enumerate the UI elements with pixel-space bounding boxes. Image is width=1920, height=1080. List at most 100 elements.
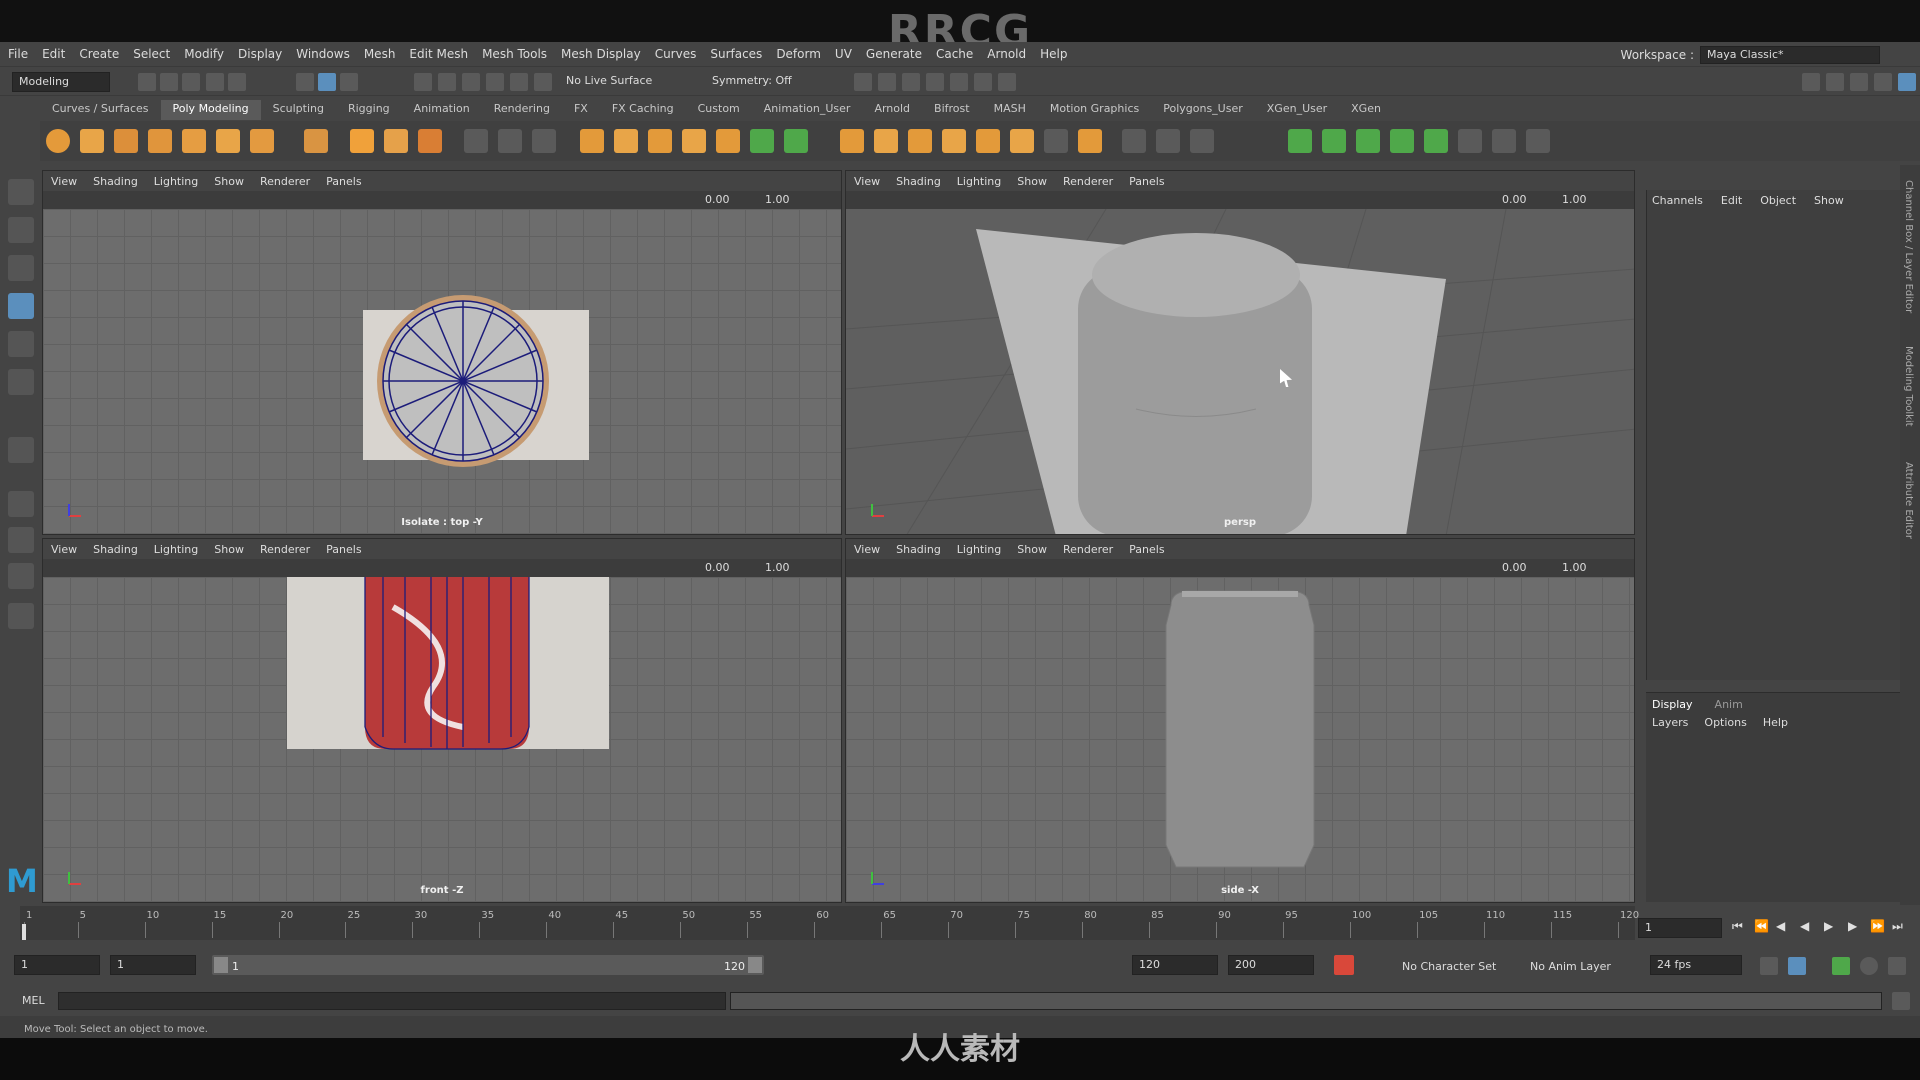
gamma-value[interactable]: 1.00 — [1562, 561, 1587, 574]
snap-magnet-icon[interactable] — [534, 73, 552, 91]
layer-menu-help[interactable]: Help — [1763, 716, 1788, 729]
go-to-end-icon[interactable]: ⏭ — [1892, 919, 1906, 935]
play-forward-icon[interactable]: ▶ — [1824, 919, 1838, 935]
render-frame-icon[interactable] — [854, 73, 872, 91]
menu-file[interactable]: File — [8, 47, 28, 61]
vp-menu-lighting[interactable]: Lighting — [957, 543, 1001, 556]
vp-menu-renderer[interactable]: Renderer — [260, 543, 310, 556]
vp-menu-renderer[interactable]: Renderer — [1063, 175, 1113, 188]
menu-edit[interactable]: Edit — [42, 47, 65, 61]
menu-generate[interactable]: Generate — [866, 47, 922, 61]
soft-select-icon[interactable] — [1078, 129, 1102, 153]
fill-hole-icon[interactable] — [908, 129, 932, 153]
mel-command-input[interactable] — [58, 992, 726, 1010]
range-handle-end[interactable] — [748, 957, 762, 973]
vp-menu-shading[interactable]: Shading — [896, 543, 941, 556]
vp-menu-shading[interactable]: Shading — [93, 543, 138, 556]
mirror-icon[interactable] — [614, 129, 638, 153]
viewport-canvas[interactable] — [43, 577, 841, 902]
menu-deform[interactable]: Deform — [776, 47, 821, 61]
shelf-tab-mash[interactable]: MASH — [982, 100, 1038, 120]
cache-playback-icon[interactable] — [1788, 957, 1806, 975]
combine-icon[interactable] — [464, 129, 488, 153]
menu-create[interactable]: Create — [79, 47, 119, 61]
menu-arnold[interactable]: Arnold — [987, 47, 1026, 61]
range-handle-start[interactable] — [214, 957, 228, 973]
vp-menu-show[interactable]: Show — [1017, 175, 1047, 188]
cb-menu-channels[interactable]: Channels — [1652, 194, 1703, 207]
poly-cone-icon[interactable] — [148, 129, 172, 153]
save-scene-icon[interactable] — [182, 73, 200, 91]
shelf-tab-custom[interactable]: Custom — [686, 100, 752, 120]
pause-icon[interactable] — [998, 73, 1016, 91]
loop-icon[interactable] — [1760, 957, 1778, 975]
outliner-icon[interactable] — [8, 603, 34, 629]
paint-select-tool-icon[interactable] — [8, 255, 34, 281]
render-view-icon[interactable] — [878, 73, 896, 91]
select-object-icon[interactable] — [318, 73, 336, 91]
menu-select[interactable]: Select — [133, 47, 170, 61]
shelf-tab-polygons-user[interactable]: Polygons_User — [1151, 100, 1255, 120]
menu-curves[interactable]: Curves — [655, 47, 697, 61]
viewport-top[interactable]: View Shading Lighting Show Renderer Pane… — [42, 170, 842, 535]
shelf-tab-bifrost[interactable]: Bifrost — [922, 100, 982, 120]
poly-torus-icon[interactable] — [182, 129, 206, 153]
menu-edit-mesh[interactable]: Edit Mesh — [409, 47, 468, 61]
vp-menu-panels[interactable]: Panels — [1129, 543, 1164, 556]
animation-start-field[interactable]: 1 — [14, 955, 100, 975]
vp-menu-view[interactable]: View — [854, 543, 880, 556]
render-settings-icon[interactable] — [926, 73, 944, 91]
poly-sphere-icon[interactable] — [46, 129, 70, 153]
last-tool-icon[interactable] — [8, 437, 34, 463]
uv-editor-icon[interactable] — [750, 129, 774, 153]
exposure-value[interactable]: 0.00 — [705, 193, 730, 206]
script-editor-icon[interactable] — [1892, 992, 1910, 1010]
poly-disc-icon[interactable] — [250, 129, 274, 153]
spherical-map-icon[interactable] — [1356, 129, 1380, 153]
step-forward-frame-icon[interactable]: ▶ — [1848, 919, 1862, 935]
new-scene-icon[interactable] — [138, 73, 156, 91]
viewport-canvas[interactable] — [846, 209, 1634, 534]
side-tab-channel-box[interactable]: Channel Box / Layer Editor — [1903, 180, 1914, 313]
menu-cache[interactable]: Cache — [936, 47, 973, 61]
shelf-tab-rendering[interactable]: Rendering — [482, 100, 562, 120]
layer-tab-anim[interactable]: Anim — [1715, 698, 1743, 711]
layer-menu-options[interactable]: Options — [1704, 716, 1746, 729]
workspace-dropdown[interactable]: Maya Classic* — [1700, 46, 1880, 64]
vp-menu-view[interactable]: View — [854, 175, 880, 188]
current-time-indicator[interactable] — [22, 924, 26, 940]
snap-point-icon[interactable] — [462, 73, 480, 91]
edge-loop-icon[interactable] — [1122, 129, 1146, 153]
layer-menu-layers[interactable]: Layers — [1652, 716, 1688, 729]
quad-draw-icon[interactable] — [976, 129, 1000, 153]
target-weld-icon[interactable] — [874, 129, 898, 153]
menu-set-dropdown[interactable]: Modeling — [12, 72, 110, 92]
symmetry-dropdown[interactable]: Symmetry: Off — [712, 74, 792, 87]
rotate-tool-icon[interactable] — [8, 331, 34, 357]
platonic-solid-icon[interactable] — [304, 129, 328, 153]
viewport-side[interactable]: View Shading Lighting Show Renderer Pane… — [845, 538, 1635, 903]
planar-map-icon[interactable] — [1288, 129, 1312, 153]
multi-cut-icon[interactable] — [840, 129, 864, 153]
insert-loop-icon[interactable] — [1156, 129, 1180, 153]
exposure-value[interactable]: 0.00 — [1502, 561, 1527, 574]
super-shape-icon[interactable] — [350, 129, 374, 153]
redo-icon[interactable] — [228, 73, 246, 91]
poly-cylinder-icon[interactable] — [114, 129, 138, 153]
vp-menu-lighting[interactable]: Lighting — [154, 543, 198, 556]
anim-layer-dropdown[interactable]: No Anim Layer — [1530, 960, 1611, 973]
menu-uv[interactable]: UV — [835, 47, 852, 61]
menu-help[interactable]: Help — [1040, 47, 1067, 61]
shelf-tab-animation-user[interactable]: Animation_User — [752, 100, 863, 120]
vp-menu-show[interactable]: Show — [214, 175, 244, 188]
channel-box-icon[interactable] — [1898, 73, 1916, 91]
live-surface-field[interactable]: No Live Surface — [566, 74, 652, 87]
vp-menu-view[interactable]: View — [51, 175, 77, 188]
cb-menu-edit[interactable]: Edit — [1721, 194, 1742, 207]
side-tab-modeling-toolkit[interactable]: Modeling Toolkit — [1903, 346, 1914, 427]
four-view-layout-icon[interactable] — [8, 527, 34, 553]
slide-edge-icon[interactable] — [1010, 129, 1034, 153]
auto-key-icon[interactable] — [1334, 955, 1354, 975]
svg-icon[interactable] — [418, 129, 442, 153]
crease-icon[interactable] — [1044, 129, 1068, 153]
